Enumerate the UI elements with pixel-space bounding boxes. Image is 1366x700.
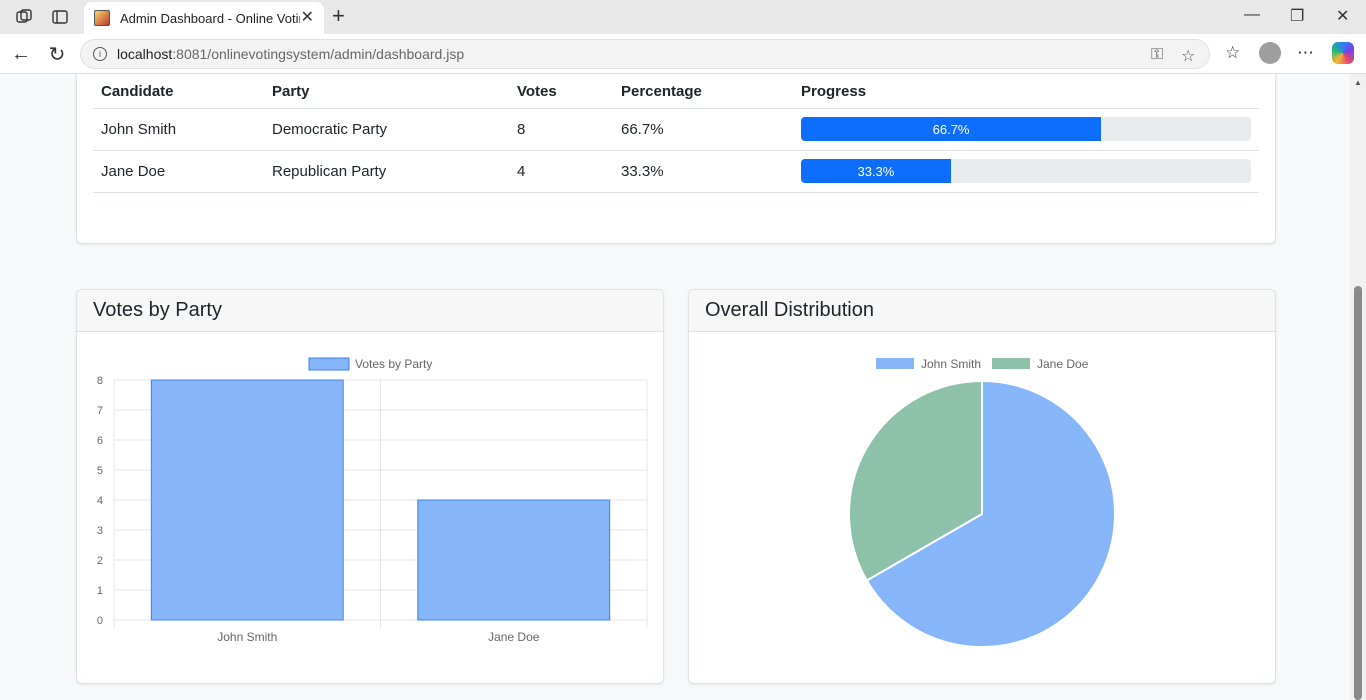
bar-chart-card: Votes by Party Votes by Party 0 1 2 3 4 5 6 7 8 Jo…: [76, 289, 664, 684]
new-tab-icon[interactable]: +: [332, 5, 345, 27]
party-name: Democratic Party: [264, 108, 509, 151]
minimize-icon[interactable]: —: [1244, 6, 1260, 24]
party-name: Republican Party: [264, 150, 509, 193]
header-progress: Progress: [793, 75, 1259, 109]
vote-percentage: 66.7%: [613, 108, 793, 151]
y-tick-label: 0: [97, 615, 103, 627]
y-tick-label: 1: [97, 585, 103, 597]
y-tick-label: 4: [97, 495, 103, 507]
legend-label: Jane Doe: [1037, 357, 1089, 371]
legend-label: Votes by Party: [355, 357, 432, 371]
profile-avatar[interactable]: [1259, 42, 1281, 64]
browser-tab-bar: Admin Dashboard - Online Voting ✕ + — ❐ …: [0, 0, 1366, 34]
y-tick-label: 5: [97, 465, 103, 477]
vote-count: 4: [509, 150, 613, 193]
results-table: Candidate Party Votes Percentage Progres…: [93, 75, 1259, 193]
site-favicon-icon: [94, 10, 110, 26]
more-menu-icon[interactable]: ⋯: [1297, 43, 1314, 63]
header-party: Party: [264, 75, 509, 109]
legend-swatch: [876, 358, 914, 369]
tab-title: Admin Dashboard - Online Voting: [120, 10, 300, 26]
progress-cell: 33.3%: [793, 150, 1259, 193]
vote-percentage: 33.3%: [613, 150, 793, 193]
bar-chart: Votes by Party 0 1 2 3 4 5 6 7 8 John Smith Jane Do…: [97, 357, 648, 644]
table-header-row: Candidate Party Votes Percentage Progres…: [93, 75, 1259, 109]
legend-swatch: [308, 357, 350, 371]
x-tick-label: Jane Doe: [488, 630, 540, 644]
copilot-icon[interactable]: [1332, 42, 1354, 64]
scrollbar-thumb[interactable]: [1354, 286, 1362, 700]
browser-tab[interactable]: Admin Dashboard - Online Voting ✕: [84, 2, 324, 34]
pie-chart-card: Overall Distribution John Smith Jane Doe: [688, 289, 1276, 684]
progress-bar: 66.7%: [801, 117, 1102, 141]
legend-label: John Smith: [921, 357, 981, 371]
progress-track: 33.3%: [801, 159, 1251, 183]
legend-swatch: [992, 358, 1030, 369]
table-row: Jane Doe Republican Party 4 33.3% 33.3%: [93, 150, 1259, 193]
key-icon[interactable]: ⚿: [1151, 46, 1163, 64]
x-tick-label: John Smith: [217, 630, 277, 644]
y-tick-label: 2: [97, 555, 103, 567]
y-tick-label: 6: [97, 435, 103, 447]
y-tick-label: 7: [97, 405, 103, 417]
back-arrow-icon[interactable]: ←: [10, 43, 32, 65]
bar-chart-title: Votes by Party: [77, 290, 663, 332]
y-tick-label: 3: [97, 525, 103, 537]
header-percentage: Percentage: [613, 75, 793, 109]
progress-track: 66.7%: [801, 117, 1251, 141]
progress-cell: 66.7%: [793, 108, 1259, 151]
site-info-icon[interactable]: i: [93, 47, 107, 61]
url-text: localhost:8081/onlinevotingsystem/admin/…: [117, 46, 465, 62]
window-close-icon[interactable]: ✕: [1336, 6, 1349, 26]
results-card: Candidate Party Votes Percentage Progres…: [76, 74, 1276, 244]
header-candidate: Candidate: [93, 75, 264, 109]
restore-icon[interactable]: ❐: [1290, 6, 1304, 26]
page-scrollbar[interactable]: ▲: [1350, 74, 1366, 700]
candidate-name: Jane Doe: [93, 150, 264, 193]
favorite-star-icon[interactable]: ☆: [1181, 46, 1195, 66]
close-tab-icon[interactable]: ✕: [301, 10, 314, 26]
header-votes: Votes: [509, 75, 613, 109]
bar: [150, 379, 344, 621]
scroll-up-icon[interactable]: ▲: [1354, 78, 1362, 87]
address-bar[interactable]: i localhost:8081/onlinevotingsystem/admi…: [80, 39, 1210, 69]
tab-actions-icon[interactable]: [50, 7, 70, 27]
favorites-icon[interactable]: ☆: [1225, 43, 1240, 63]
y-tick-label: 8: [97, 375, 103, 387]
bar: [417, 499, 611, 621]
browser-toolbar: ← ↻ i localhost:8081/onlinevotingsystem/…: [0, 34, 1366, 74]
candidate-name: John Smith: [93, 108, 264, 151]
table-row: John Smith Democratic Party 8 66.7% 66.7…: [93, 108, 1259, 151]
workspaces-icon[interactable]: [14, 7, 34, 27]
progress-bar: 33.3%: [801, 159, 951, 183]
pie-chart-title: Overall Distribution: [689, 290, 1275, 332]
pie-chart: John Smith Jane Doe: [848, 357, 1116, 648]
page-viewport: Candidate Party Votes Percentage Progres…: [0, 74, 1366, 700]
reload-icon[interactable]: ↻: [46, 43, 68, 66]
vote-count: 8: [509, 108, 613, 151]
